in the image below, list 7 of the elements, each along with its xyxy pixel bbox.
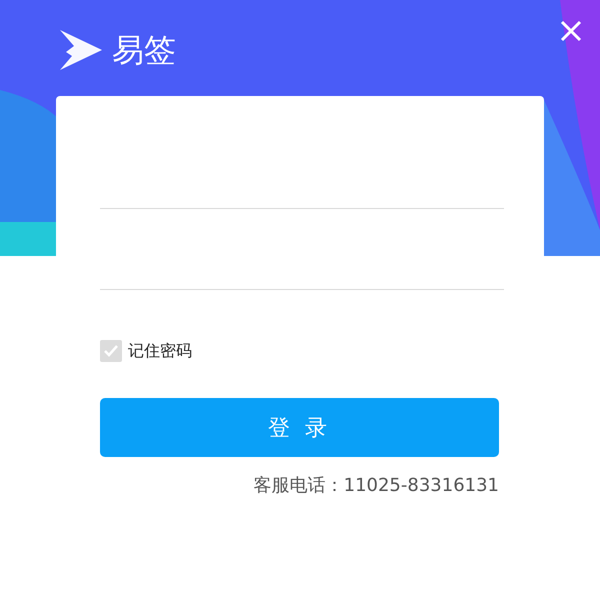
remember-checkbox[interactable] (100, 340, 122, 362)
app-title: 易签 (112, 30, 176, 71)
remember-label: 记住密码 (128, 340, 192, 362)
check-icon (103, 343, 119, 359)
login-button[interactable]: 登 录 (100, 398, 499, 457)
hotline-text: 客服电话：11025-83316131 (254, 474, 499, 497)
close-icon[interactable] (558, 18, 584, 44)
